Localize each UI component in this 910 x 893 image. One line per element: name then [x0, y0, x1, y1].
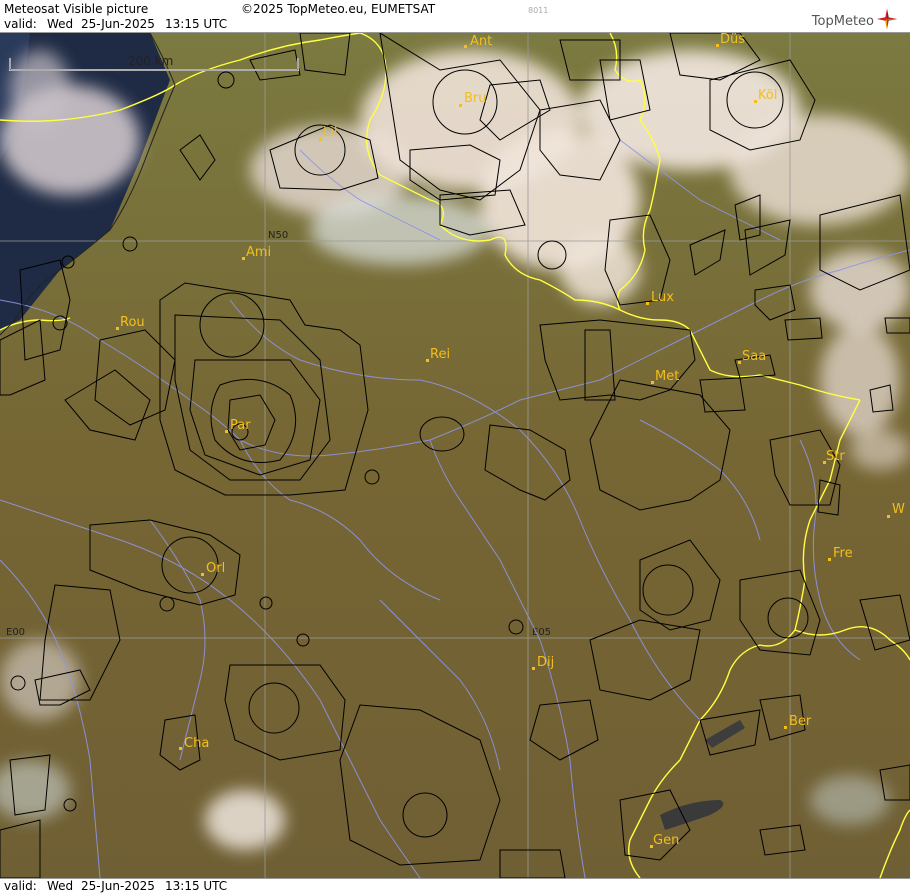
copyright-text: ©2025 TopMeteo.eu, EUMETSAT: [241, 2, 436, 16]
city-label-cha[interactable]: Cha: [184, 736, 209, 751]
city-dot-rei: [426, 359, 429, 362]
city-label-str[interactable]: Str: [826, 449, 845, 464]
city-dot-bru: [459, 104, 462, 107]
city-label-rou[interactable]: Rou: [120, 315, 145, 330]
valid-date: 25-Jun-2025: [81, 17, 155, 31]
map-viewer: Meteosat Visible picture ©2025 TopMeteo.…: [0, 0, 910, 893]
city-dot-cha: [179, 747, 182, 750]
city-dot-dus: [716, 44, 719, 47]
city-dot-met: [651, 381, 654, 384]
city-dot-lux: [646, 302, 649, 305]
footer-valid-time: 13:15 UTC: [165, 879, 228, 893]
product-title: Meteosat Visible picture: [4, 2, 149, 16]
city-label-met[interactable]: Met: [655, 369, 679, 384]
topmeteo-star-icon: [876, 8, 898, 30]
city-label-lil[interactable]: Lil: [323, 125, 337, 140]
city-label-dij[interactable]: Dij: [537, 655, 554, 670]
footer-valid-day: Wed: [47, 879, 74, 893]
city-label-fre[interactable]: Fre: [833, 546, 853, 561]
city-dot-lil: [319, 138, 322, 141]
city-dot-orl: [201, 573, 204, 576]
city-label-ami[interactable]: Ami: [246, 245, 271, 260]
satellite-map[interactable]: N50 E00 E05 200 km Ant Düs Bru Köl Lil A…: [0, 33, 910, 878]
city-label-dus[interactable]: Düs: [720, 33, 745, 47]
scale-label: 200 km: [128, 54, 173, 68]
image-code: 8011: [528, 6, 549, 15]
city-label-kol[interactable]: Köl: [758, 88, 777, 103]
valid-label: valid:: [4, 17, 37, 31]
header-bar: Meteosat Visible picture ©2025 TopMeteo.…: [0, 0, 910, 33]
city-label-par[interactable]: Par: [230, 418, 251, 433]
city-dot-rou: [116, 327, 119, 330]
city-dot-dij: [532, 667, 535, 670]
city-label-lux[interactable]: Lux: [651, 290, 674, 305]
city-label-ant[interactable]: Ant: [470, 34, 492, 49]
city-dot-saa: [738, 361, 741, 364]
valid-time: 13:15 UTC: [165, 17, 228, 31]
city-label-ber[interactable]: Ber: [789, 714, 812, 729]
grid-label-e00: E00: [6, 627, 25, 638]
city-dot-w: [887, 515, 890, 518]
city-dot-par: [225, 430, 228, 433]
city-dot-ami: [242, 257, 245, 260]
city-label-w[interactable]: W: [892, 502, 905, 517]
grid-label-n50: N50: [268, 230, 288, 241]
city-dot-ant: [464, 45, 467, 48]
city-dot-kol: [754, 100, 757, 103]
footer-valid-date: 25-Jun-2025: [81, 879, 155, 893]
footer-bar: valid: Wed 25-Jun-2025 13:15 UTC: [0, 878, 910, 893]
city-label-bru[interactable]: Bru: [464, 91, 487, 106]
city-dot-fre: [828, 558, 831, 561]
city-label-gen[interactable]: Gen: [653, 833, 679, 848]
footer-valid-label: valid:: [4, 879, 37, 893]
city-label-orl[interactable]: Orl: [206, 561, 225, 576]
city-label-saa[interactable]: Saa: [742, 349, 766, 364]
city-label-rei[interactable]: Rei: [430, 347, 450, 362]
valid-day: Wed: [47, 17, 74, 31]
logo-text: TopMeteo: [811, 14, 874, 29]
city-dot-ber: [784, 726, 787, 729]
